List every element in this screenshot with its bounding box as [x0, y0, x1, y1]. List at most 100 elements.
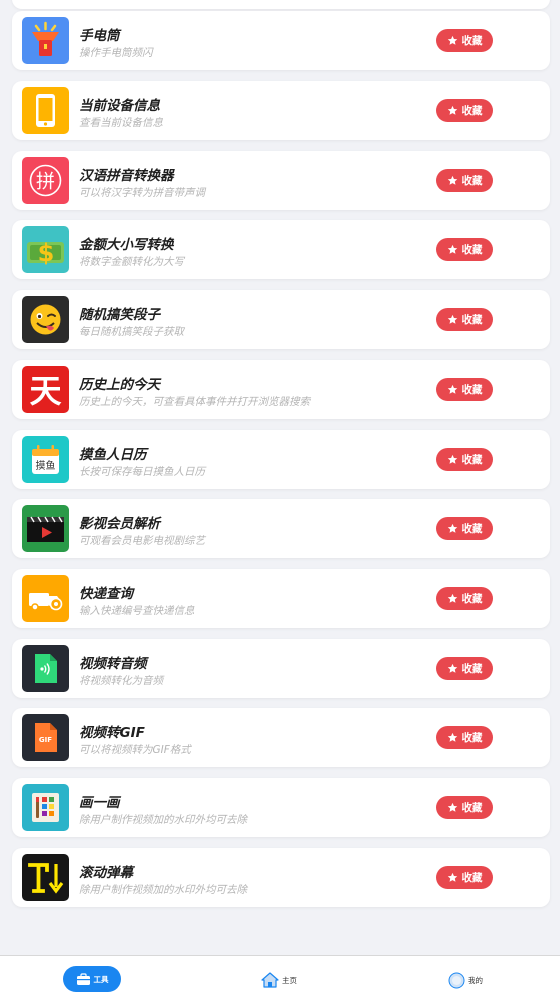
favorite-button[interactable]: 收藏	[436, 378, 493, 401]
tool-card-video-vip[interactable]: 影视会员解析 可观看会员电影电视剧综艺 收藏	[12, 499, 550, 558]
favorite-button[interactable]: 收藏	[436, 657, 493, 680]
tab-home-label: 主页	[282, 975, 297, 985]
tool-description: 除用户制作视频加的水印外均可去除	[79, 814, 247, 826]
svg-text:$: $	[38, 239, 55, 267]
calendar-glyph: 摸鱼	[36, 459, 56, 472]
tool-description: 输入快递编号查快递信息	[79, 605, 195, 617]
star-icon	[447, 175, 457, 185]
favorite-label: 收藏	[461, 175, 483, 187]
star-icon	[447, 244, 457, 254]
tool-title: 手电筒	[79, 28, 120, 44]
tool-description: 操作手电筒频闪	[79, 47, 153, 59]
favorite-label: 收藏	[461, 872, 483, 884]
star-icon	[447, 872, 457, 882]
tool-card-partial[interactable]	[12, 0, 550, 9]
tool-description: 历史上的今天，可查看具体事件并打开浏览器搜索	[79, 396, 310, 408]
film-icon	[22, 505, 69, 552]
tool-title: 视频转GIF	[79, 725, 145, 741]
favorite-label: 收藏	[461, 35, 483, 47]
favorite-button[interactable]: 收藏	[436, 238, 493, 261]
profile-icon	[448, 972, 465, 988]
favorite-label: 收藏	[461, 244, 483, 256]
tool-title: 汉语拼音转换器	[79, 168, 174, 184]
phone-icon	[22, 87, 69, 134]
favorite-button[interactable]: 收藏	[436, 726, 493, 749]
tool-card-flashlight[interactable]: 手电筒 操作手电筒频闪 收藏	[12, 11, 550, 70]
tool-card-video-to-gif[interactable]: GIF 视频转GIF 可以将视频转为GIF格式 收藏	[12, 708, 550, 767]
favorite-label: 收藏	[461, 314, 483, 326]
favorite-button[interactable]: 收藏	[436, 517, 493, 540]
star-icon	[447, 454, 457, 464]
tool-card-draw[interactable]: 画一画 除用户制作视频加的水印外均可去除 收藏	[12, 778, 550, 837]
tool-description: 可以将汉字转为拼音带声调	[79, 187, 205, 199]
tool-description: 可观看会员电影电视剧综艺	[79, 535, 205, 547]
star-icon	[447, 105, 457, 115]
favorite-button[interactable]: 收藏	[436, 308, 493, 331]
favorite-button[interactable]: 收藏	[436, 587, 493, 610]
flashlight-icon	[22, 17, 69, 64]
tool-card-video-to-audio[interactable]: 视频转音频 将视频转化为音频 收藏	[12, 639, 550, 698]
star-icon	[447, 802, 457, 812]
star-icon	[447, 732, 457, 742]
tool-list[interactable]: 手电筒 操作手电筒频闪 收藏 当前设备信息 查看当前设备信息 收藏 拼 汉语拼音…	[0, 0, 560, 955]
tool-card-slacker-calendar[interactable]: 摸鱼 摸鱼人日历 长按可保存每日摸鱼人日历 收藏	[12, 430, 550, 489]
tool-card-pinyin[interactable]: 拼 汉语拼音转换器 可以将汉字转为拼音带声调 收藏	[12, 151, 550, 210]
bottom-tab-bar: 工具 主页 我的	[0, 955, 560, 1001]
favorite-button[interactable]: 收藏	[436, 796, 493, 819]
tool-title: 摸鱼人日历	[79, 447, 147, 463]
favorite-label: 收藏	[461, 802, 483, 814]
tool-card-express[interactable]: 快递查询 输入快递编号查快递信息 收藏	[12, 569, 550, 628]
favorite-button[interactable]: 收藏	[436, 29, 493, 52]
tool-title: 当前设备信息	[79, 98, 160, 114]
tool-title: 金额大小写转换	[79, 237, 174, 253]
star-icon	[447, 523, 457, 533]
truck-icon	[22, 575, 69, 622]
tool-card-device-info[interactable]: 当前设备信息 查看当前设备信息 收藏	[12, 81, 550, 140]
home-icon	[261, 972, 279, 988]
emoji-icon	[22, 296, 69, 343]
tool-title: 视频转音频	[79, 656, 147, 672]
favorite-button[interactable]: 收藏	[436, 99, 493, 122]
star-icon	[447, 35, 457, 45]
tool-title: 随机搞笑段子	[79, 307, 160, 323]
tool-card-money[interactable]: $ 金额大小写转换 将数字金额转化为大写 收藏	[12, 220, 550, 279]
favorite-button[interactable]: 收藏	[436, 169, 493, 192]
favorite-label: 收藏	[461, 593, 483, 605]
tool-description: 可以将视频转为GIF格式	[79, 744, 191, 756]
favorite-label: 收藏	[461, 523, 483, 535]
scroll-text-icon	[22, 854, 69, 901]
favorite-button[interactable]: 收藏	[436, 866, 493, 889]
favorite-label: 收藏	[461, 384, 483, 396]
tool-title: 影视会员解析	[79, 516, 160, 532]
favorite-label: 收藏	[461, 454, 483, 466]
tian-icon: 天	[22, 366, 69, 413]
tool-description: 每日随机搞笑段子获取	[79, 326, 184, 338]
calendar-icon: 摸鱼	[22, 436, 69, 483]
tool-card-scrolling-barrage[interactable]: 滚动弹幕 除用户制作视频加的水印外均可去除 收藏	[12, 848, 550, 907]
tool-title: 快递查询	[79, 586, 133, 602]
star-icon	[447, 663, 457, 673]
favorite-label: 收藏	[461, 663, 483, 675]
star-icon	[447, 384, 457, 394]
tool-title: 滚动弹幕	[79, 865, 133, 881]
tool-description: 除用户制作视频加的水印外均可去除	[79, 884, 247, 896]
tool-card-jokes[interactable]: 随机搞笑段子 每日随机搞笑段子获取 收藏	[12, 290, 550, 349]
tab-home[interactable]: 主页	[261, 970, 297, 990]
tool-card-history-today[interactable]: 天 历史上的今天 历史上的今天，可查看具体事件并打开浏览器搜索 收藏	[12, 360, 550, 419]
pinyin-glyph: 拼	[36, 171, 55, 193]
tool-description: 查看当前设备信息	[79, 117, 163, 129]
tab-tools-label: 工具	[93, 974, 109, 984]
tab-tools[interactable]: 工具	[63, 966, 121, 992]
tab-mine[interactable]: 我的	[448, 970, 483, 990]
tool-description: 将数字金额转化为大写	[79, 256, 184, 268]
favorite-button[interactable]: 收藏	[436, 448, 493, 471]
gif-file-icon: GIF	[22, 714, 69, 761]
toolbox-icon	[76, 972, 90, 985]
tool-title: 画一画	[79, 795, 120, 811]
tool-description: 长按可保存每日摸鱼人日历	[79, 466, 205, 478]
favorite-label: 收藏	[461, 105, 483, 117]
tian-glyph: 天	[29, 372, 61, 410]
tab-mine-label: 我的	[468, 975, 483, 985]
pinyin-icon: 拼	[22, 157, 69, 204]
tool-description: 将视频转化为音频	[79, 675, 163, 687]
